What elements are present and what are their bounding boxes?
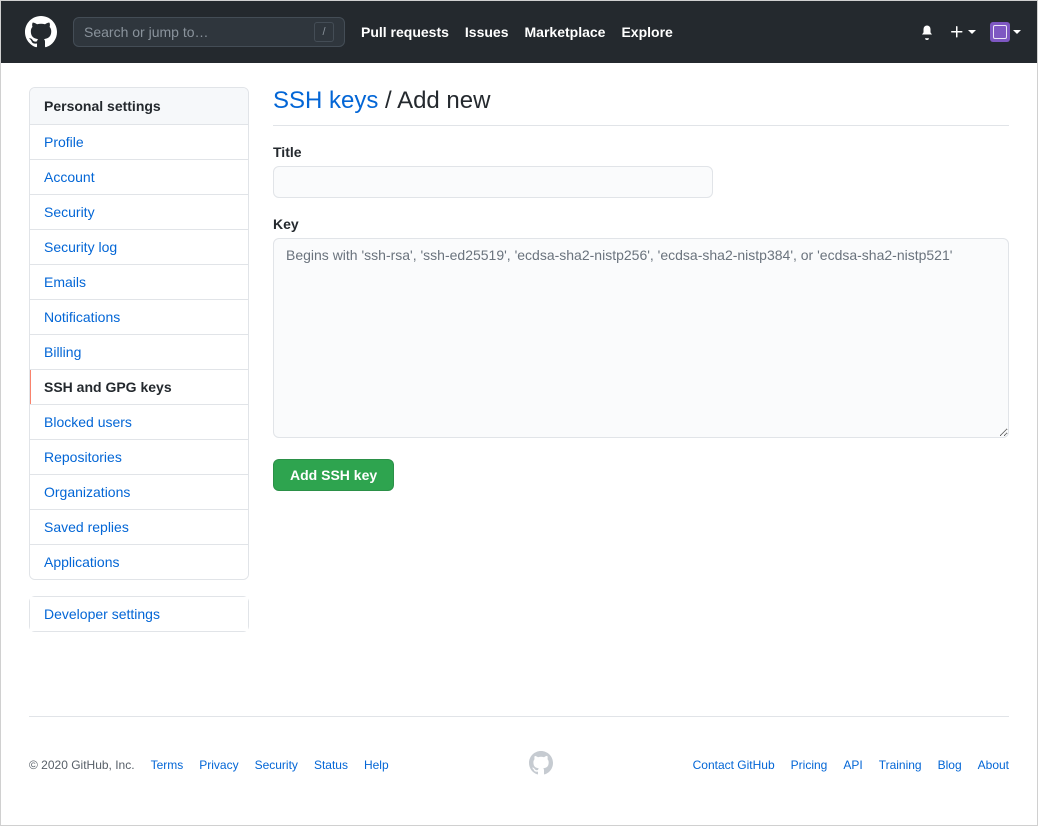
title-label: Title bbox=[273, 144, 1009, 160]
sidebar-item-notifications[interactable]: Notifications bbox=[30, 300, 248, 335]
sidebar-item-security-log[interactable]: Security log bbox=[30, 230, 248, 265]
github-logo-icon[interactable] bbox=[25, 16, 57, 48]
footer-link-training[interactable]: Training bbox=[879, 758, 922, 772]
key-label: Key bbox=[273, 216, 1009, 232]
copyright: © 2020 GitHub, Inc. bbox=[29, 758, 135, 772]
footer-link-blog[interactable]: Blog bbox=[938, 758, 962, 772]
title-field-group: Title bbox=[273, 144, 1009, 198]
sidebar-item-blocked-users[interactable]: Blocked users bbox=[30, 405, 248, 440]
sidebar-item-applications[interactable]: Applications bbox=[30, 545, 248, 579]
avatar bbox=[990, 22, 1010, 42]
footer-link-status[interactable]: Status bbox=[314, 758, 348, 772]
sidebar-title: Personal settings bbox=[30, 88, 248, 125]
sidebar-item-profile[interactable]: Profile bbox=[30, 125, 248, 160]
sidebar-item-organizations[interactable]: Organizations bbox=[30, 475, 248, 510]
create-new-dropdown[interactable] bbox=[949, 24, 976, 40]
nav-pull-requests[interactable]: Pull requests bbox=[361, 24, 449, 40]
slash-shortcut-icon: / bbox=[314, 22, 334, 42]
sidebar-item-developer-settings[interactable]: Developer settings bbox=[30, 597, 248, 631]
site-footer: © 2020 GitHub, Inc. Terms Privacy Securi… bbox=[29, 716, 1009, 778]
settings-group-personal: Personal settings ProfileAccountSecurity… bbox=[29, 87, 249, 580]
global-header: Search or jump to… / Pull requests Issue… bbox=[1, 1, 1037, 63]
title-input[interactable] bbox=[273, 166, 713, 198]
footer-link-privacy[interactable]: Privacy bbox=[199, 758, 238, 772]
nav-issues[interactable]: Issues bbox=[465, 24, 509, 40]
sidebar-item-security[interactable]: Security bbox=[30, 195, 248, 230]
search-placeholder: Search or jump to… bbox=[84, 24, 314, 40]
user-menu-dropdown[interactable] bbox=[990, 22, 1021, 42]
chevron-down-icon bbox=[1013, 30, 1021, 34]
primary-nav: Pull requests Issues Marketplace Explore bbox=[361, 24, 919, 40]
notifications-icon[interactable] bbox=[919, 24, 935, 40]
header-right bbox=[919, 22, 1021, 42]
key-field-group: Key bbox=[273, 216, 1009, 441]
footer-link-contact[interactable]: Contact GitHub bbox=[693, 758, 775, 772]
key-textarea[interactable] bbox=[273, 238, 1009, 438]
breadcrumb-separator: / bbox=[378, 87, 397, 114]
breadcrumb-current: Add new bbox=[397, 87, 490, 114]
footer-link-terms[interactable]: Terms bbox=[151, 758, 184, 772]
sidebar-item-ssh-and-gpg-keys[interactable]: SSH and GPG keys bbox=[30, 370, 248, 405]
nav-explore[interactable]: Explore bbox=[621, 24, 672, 40]
footer-link-security[interactable]: Security bbox=[255, 758, 298, 772]
footer-right: Contact GitHub Pricing API Training Blog… bbox=[693, 758, 1009, 772]
settings-group-developer: Developer settings bbox=[29, 596, 249, 632]
main-content: SSH keys / Add new Title Key Add SSH key bbox=[273, 87, 1009, 632]
footer-link-about[interactable]: About bbox=[978, 758, 1009, 772]
sidebar-item-account[interactable]: Account bbox=[30, 160, 248, 195]
add-ssh-key-button[interactable]: Add SSH key bbox=[273, 459, 394, 491]
footer-link-pricing[interactable]: Pricing bbox=[791, 758, 828, 772]
search-input[interactable]: Search or jump to… / bbox=[73, 17, 345, 47]
settings-sidebar: Personal settings ProfileAccountSecurity… bbox=[29, 87, 249, 632]
sidebar-item-emails[interactable]: Emails bbox=[30, 265, 248, 300]
footer-link-api[interactable]: API bbox=[843, 758, 862, 772]
nav-marketplace[interactable]: Marketplace bbox=[525, 24, 606, 40]
chevron-down-icon bbox=[968, 30, 976, 34]
github-logo-footer-icon[interactable] bbox=[529, 751, 553, 778]
page-container: Personal settings ProfileAccountSecurity… bbox=[1, 63, 1037, 656]
sidebar-item-repositories[interactable]: Repositories bbox=[30, 440, 248, 475]
sidebar-item-saved-replies[interactable]: Saved replies bbox=[30, 510, 248, 545]
footer-link-help[interactable]: Help bbox=[364, 758, 389, 772]
page-title: SSH keys / Add new bbox=[273, 87, 1009, 126]
sidebar-item-billing[interactable]: Billing bbox=[30, 335, 248, 370]
breadcrumb-ssh-keys[interactable]: SSH keys bbox=[273, 87, 378, 114]
footer-left: © 2020 GitHub, Inc. Terms Privacy Securi… bbox=[29, 758, 389, 772]
